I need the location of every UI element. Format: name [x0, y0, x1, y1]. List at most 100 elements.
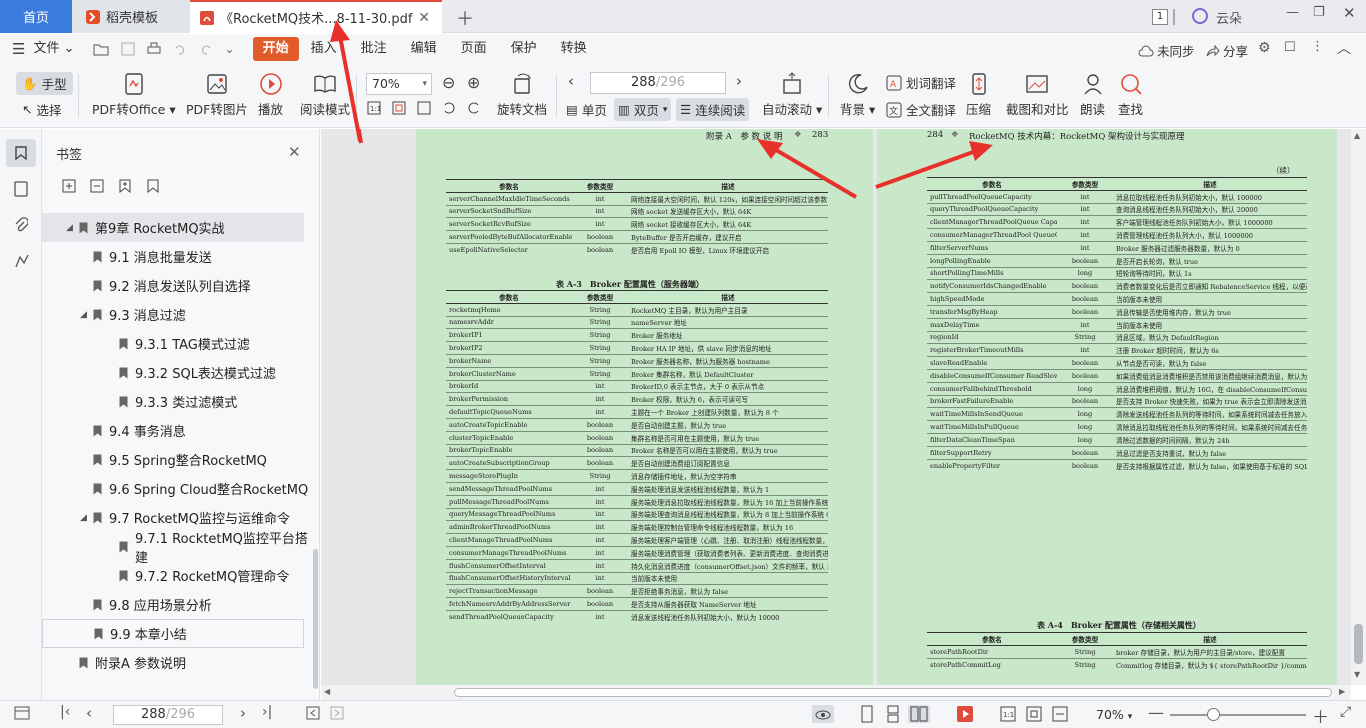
menu-page[interactable]: 页面	[449, 37, 499, 61]
bookmark-item[interactable]: 9.6 Spring Cloud整合RocketMQ	[42, 474, 320, 503]
fit-page-icon[interactable]	[391, 100, 407, 116]
tab-home[interactable]: 首页	[0, 0, 72, 33]
bookmark-item[interactable]: ◢ 第9章 RocketMQ实战	[42, 213, 304, 242]
bookmark-item[interactable]: 9.1 消息批量发送	[42, 242, 320, 271]
horizontal-scroll-thumb[interactable]	[454, 688, 1332, 697]
double-view-icon[interactable]	[908, 705, 930, 723]
select-tool-button[interactable]: ↖ 选择	[22, 100, 62, 119]
collapse-all-icon[interactable]	[90, 179, 104, 193]
single-page-button[interactable]: ▤ 单页	[566, 100, 607, 119]
add-bookmark-icon[interactable]	[118, 179, 132, 193]
rotate-right-icon[interactable]	[466, 100, 482, 116]
fullscreen-icon[interactable]: ⤢	[1340, 704, 1351, 720]
double-page-button[interactable]: ▥ 双页 ▾	[614, 98, 672, 121]
bookmark-panel-icon[interactable]	[6, 139, 36, 167]
continuous-view-icon[interactable]	[884, 705, 902, 723]
page-number-input[interactable]: 288/296	[590, 72, 726, 94]
bookmark-item[interactable]: 9.4 事务消息	[42, 416, 320, 445]
actual-size-status-icon[interactable]: 1:1	[1000, 706, 1016, 722]
hamburger-icon[interactable]: ☰	[12, 40, 25, 58]
bookmark-scrollbar[interactable]	[313, 549, 318, 689]
user-name[interactable]: 云朵	[1216, 8, 1242, 27]
compress-button[interactable]: 压缩	[966, 72, 991, 118]
find-button[interactable]: 查找	[1118, 72, 1143, 118]
open-folder-icon[interactable]	[93, 42, 109, 56]
full-translate-button[interactable]: 文全文翻译	[886, 100, 956, 119]
last-page-icon[interactable]: ›|	[262, 704, 272, 720]
eye-protect-icon[interactable]	[812, 705, 834, 723]
undo-icon[interactable]	[173, 42, 187, 56]
play-button[interactable]: 播放	[258, 72, 283, 118]
close-panel-icon[interactable]: ✕	[288, 143, 301, 161]
scroll-down-icon[interactable]: ▼	[1354, 670, 1360, 679]
expand-toggle-icon[interactable]: ◢	[80, 310, 88, 320]
prev-page-status-icon[interactable]: ‹	[86, 704, 92, 722]
share-button[interactable]: 分享	[1206, 41, 1248, 60]
status-page-input[interactable]: 288/296	[113, 705, 223, 725]
menu-start[interactable]: 开始	[252, 37, 299, 61]
toggle-sidebar-icon[interactable]	[14, 706, 30, 720]
screenshot-compare-button[interactable]: 截图和对比	[1006, 72, 1069, 118]
background-button[interactable]: 背景 ▾	[840, 72, 875, 118]
menu-file[interactable]: 文件 ⌄	[25, 37, 86, 61]
play-status-icon[interactable]	[956, 705, 974, 723]
back-view-icon[interactable]	[306, 706, 320, 720]
close-tab-icon[interactable]: ✕	[418, 10, 430, 26]
auto-scroll-button[interactable]: 自动滚动 ▾	[762, 72, 822, 118]
minimize-icon[interactable]: —	[1286, 5, 1299, 20]
rotate-left-icon[interactable]	[441, 100, 457, 116]
close-window-icon[interactable]: ✕	[1343, 4, 1356, 22]
single-page-view-icon[interactable]	[858, 705, 876, 723]
more-quick-icon[interactable]: ⌄	[225, 42, 235, 56]
bookmark-item[interactable]: ◢ 9.3 消息过滤	[42, 300, 320, 329]
menu-convert[interactable]: 转换	[549, 37, 599, 61]
bookmark-item[interactable]: 9.8 应用场景分析	[42, 590, 320, 619]
tab-template[interactable]: 稻壳模板	[72, 0, 190, 33]
redo-icon[interactable]	[199, 42, 213, 56]
first-page-icon[interactable]: |‹	[60, 704, 70, 720]
fit-width-icon[interactable]	[416, 100, 432, 116]
pdf-to-image-button[interactable]: PDF转图片	[186, 72, 248, 118]
window-count-badge[interactable]: 1	[1152, 9, 1168, 25]
rotate-document-button[interactable]: 旋转文档	[497, 72, 547, 118]
bookmark-item[interactable]: 9.9 本章小结	[42, 619, 304, 648]
save-icon[interactable]	[121, 42, 135, 56]
prev-page-icon[interactable]: ‹	[568, 72, 574, 90]
bookmark-item[interactable]: 9.3.1 TAG模式过滤	[42, 329, 320, 358]
zoom-in-icon[interactable]: ⊕	[467, 73, 480, 92]
signature-icon[interactable]	[14, 253, 30, 269]
bookmark-item[interactable]: 9.7.2 RocketMQ管理命令	[42, 561, 320, 590]
sync-status[interactable]: 未同步	[1138, 41, 1195, 60]
menu-protect[interactable]: 保护	[499, 37, 549, 61]
attachment-icon[interactable]	[14, 217, 28, 233]
vertical-scroll-thumb[interactable]	[1354, 624, 1363, 664]
expand-toggle-icon[interactable]: ◢	[80, 513, 88, 523]
horizontal-scrollbar[interactable]: ◀ ▶	[321, 685, 1351, 700]
hand-tool-button[interactable]: ✋ 手型	[16, 72, 73, 95]
expand-toggle-icon[interactable]: ◢	[66, 223, 74, 233]
user-avatar-icon[interactable]	[1192, 8, 1208, 24]
menu-edit[interactable]: 编辑	[399, 37, 449, 61]
bookmark-item[interactable]: 附录A 参数说明	[42, 648, 320, 677]
scroll-left-icon[interactable]: ◀	[324, 687, 330, 696]
zoom-out-icon[interactable]: ⊖	[442, 73, 455, 92]
bookmark-item[interactable]: 9.3.3 类过滤模式	[42, 387, 320, 416]
bookmark-item[interactable]: 9.3.2 SQL表达模式过滤	[42, 358, 320, 387]
word-translate-button[interactable]: A 划词翻译	[886, 73, 956, 92]
collapse-ribbon-icon[interactable]: ︿	[1337, 38, 1351, 58]
zoom-in-status-icon[interactable]: ＋	[1312, 703, 1329, 728]
read-aloud-button[interactable]: 朗读	[1080, 72, 1105, 118]
fit-width-status-icon[interactable]	[1052, 706, 1068, 722]
status-zoom-select[interactable]: 70% ▾	[1096, 707, 1132, 722]
restore-icon[interactable]: ❐	[1313, 5, 1325, 20]
bookmark-item[interactable]: 9.5 Spring整合RocketMQ	[42, 445, 320, 474]
zoom-slider-track[interactable]	[1170, 714, 1306, 716]
fit-page-status-icon[interactable]	[1026, 706, 1042, 722]
bookmark-item[interactable]: 9.2 消息发送队列自选择	[42, 271, 320, 300]
print-icon[interactable]	[147, 42, 161, 56]
zoom-out-status-icon[interactable]: —	[1148, 703, 1164, 722]
document-view[interactable]: 附录 A 参 数 说 明 ❖ 283 参数名 参数类型 描述 serverChanne…	[321, 129, 1351, 685]
tab-pdf-document[interactable]: 《RocketMQ技术...8-11-30.pdf ✕	[190, 0, 442, 33]
vertical-scrollbar[interactable]: ▲ ▼	[1351, 129, 1366, 685]
more-icon[interactable]: ⋮	[1311, 39, 1324, 54]
